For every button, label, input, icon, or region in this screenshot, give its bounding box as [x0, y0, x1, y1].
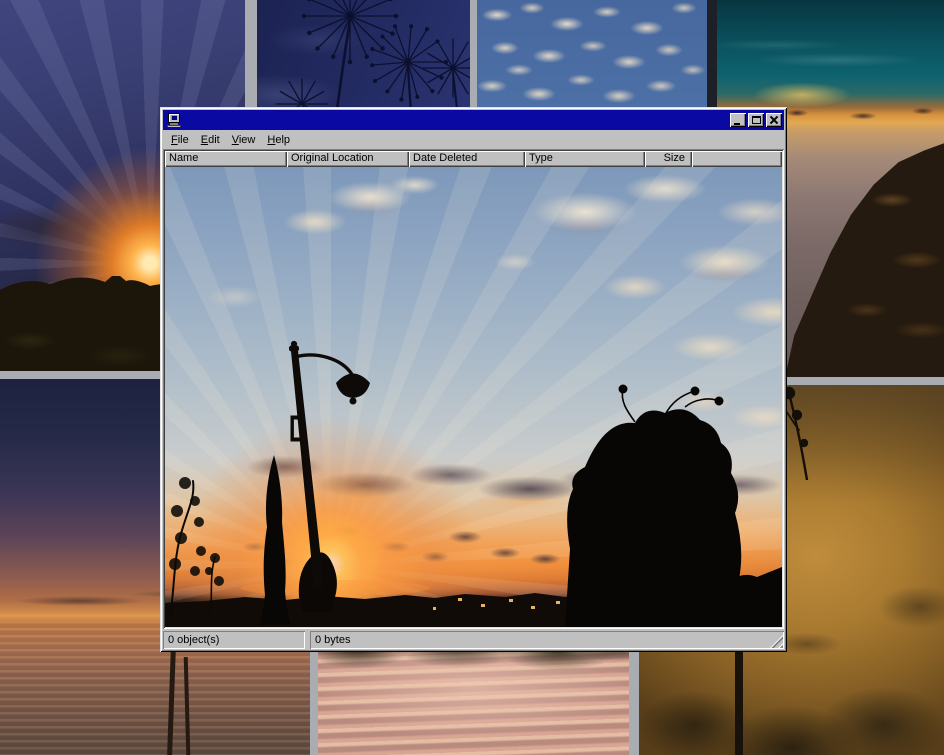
column-header-row: Name Original Location Date Deleted Type… — [165, 151, 782, 167]
column-header-filler — [692, 151, 782, 167]
pole-silhouette — [735, 650, 743, 755]
screen-shape — [171, 115, 177, 120]
minimize-icon — [734, 123, 740, 125]
monitor-shape — [168, 113, 180, 123]
file-list-view: Name Original Location Date Deleted Type… — [163, 149, 784, 629]
maximize-icon — [752, 116, 761, 124]
status-bar: 0 object(s) 0 bytes — [163, 629, 784, 649]
menu-file[interactable]: File — [165, 133, 195, 147]
menu-view[interactable]: View — [226, 133, 262, 147]
close-button[interactable] — [766, 113, 782, 127]
status-total-size: 0 bytes — [310, 631, 784, 649]
resize-grip[interactable] — [770, 635, 783, 648]
menu-edit[interactable]: Edit — [195, 133, 226, 147]
menu-help[interactable]: Help — [261, 133, 296, 147]
computer-icon[interactable] — [166, 112, 182, 128]
keyboard-shape — [167, 125, 181, 127]
minimize-button[interactable] — [730, 113, 746, 127]
list-area-background-photo[interactable] — [165, 167, 782, 627]
window-controls — [728, 113, 782, 127]
desktop: File Edit View Help Name Original Locati… — [0, 0, 944, 755]
menu-bar: File Edit View Help — [163, 130, 784, 148]
maximize-button[interactable] — [748, 113, 764, 127]
photo-silhouettes — [165, 167, 782, 627]
column-header-date-deleted[interactable]: Date Deleted — [409, 151, 525, 167]
status-object-count: 0 object(s) — [163, 631, 305, 649]
close-icon — [770, 116, 779, 124]
column-header-type[interactable]: Type — [525, 151, 645, 167]
column-header-original-location[interactable]: Original Location — [287, 151, 409, 167]
column-header-size[interactable]: Size — [645, 151, 692, 167]
title-bar[interactable] — [163, 110, 784, 130]
column-header-name[interactable]: Name — [165, 151, 287, 167]
status-total-size-text: 0 bytes — [315, 634, 350, 646]
recycle-bin-window: File Edit View Help Name Original Locati… — [160, 107, 787, 652]
